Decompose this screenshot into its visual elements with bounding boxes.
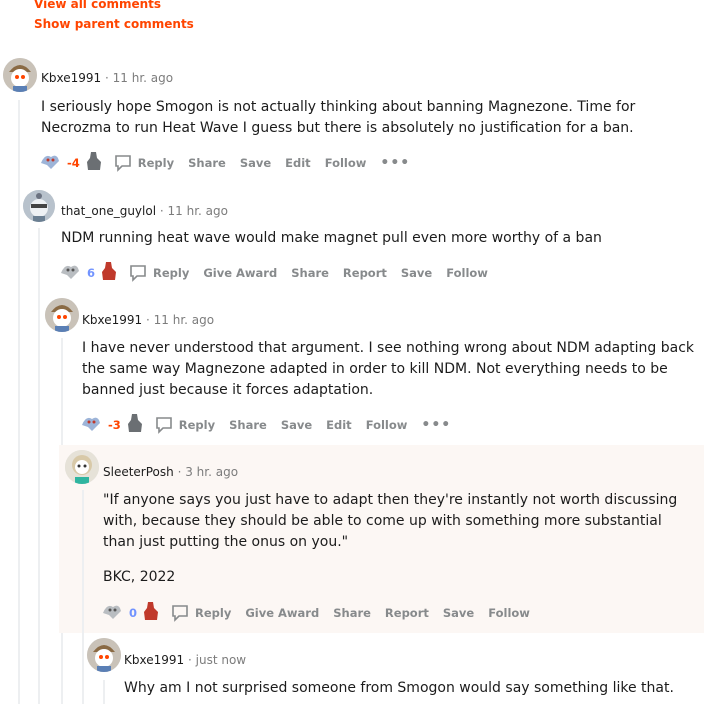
reply-button[interactable]: Reply [129, 264, 189, 282]
downvote-icon[interactable] [86, 150, 102, 175]
comment-paragraph: NDM running heat wave would make magnet … [61, 230, 602, 246]
reply-label: Reply [153, 265, 190, 280]
follow-button[interactable]: Follow [446, 266, 488, 280]
upvote-icon[interactable] [101, 601, 123, 624]
speech-bubble-icon [155, 416, 172, 434]
comment-body: "If anyone says you just have to adapt t… [103, 490, 693, 588]
reply-label: Reply [137, 155, 175, 170]
reply-button[interactable]: Reply [155, 416, 215, 434]
avatar[interactable] [45, 298, 79, 332]
follow-button[interactable]: Follow [325, 156, 367, 170]
show-parent-comments-link[interactable]: Show parent comments [34, 17, 194, 31]
follow-button[interactable]: Follow [488, 606, 530, 620]
share-button[interactable]: Share [188, 156, 226, 170]
give-award-button[interactable]: Give Award [203, 266, 277, 280]
timestamp[interactable]: 3 hr. ago [185, 465, 238, 479]
avatar-kbxe-icon [45, 298, 79, 332]
downvote-icon[interactable] [143, 600, 159, 625]
save-button[interactable]: Save [401, 266, 432, 280]
reply-label: Reply [178, 417, 216, 432]
edit-button[interactable]: Edit [326, 418, 352, 432]
avatar-guylol-icon [23, 190, 55, 222]
vote-controls: 6 [59, 260, 117, 285]
follow-button[interactable]: Follow [366, 418, 408, 432]
comment-meta: Kbxe1991 · 11 hr. ago [41, 71, 173, 85]
meta-separator: · [177, 465, 182, 479]
edit-button[interactable]: Edit [285, 156, 311, 170]
comment-body: I have never understood that argument. I… [82, 338, 702, 401]
thread-line-4[interactable] [82, 490, 84, 704]
more-options-icon[interactable]: ••• [421, 417, 451, 433]
timestamp[interactable]: 11 hr. ago [168, 204, 228, 218]
save-button[interactable]: Save [443, 606, 474, 620]
comment-body: I seriously hope Smogon is not actually … [41, 97, 701, 139]
username[interactable]: Kbxe1991 [41, 71, 101, 85]
thread-line-5[interactable] [103, 680, 105, 704]
share-button[interactable]: Share [333, 606, 371, 620]
speech-bubble-icon [172, 604, 188, 622]
upvote-icon[interactable] [39, 151, 61, 174]
upvote-icon[interactable] [59, 261, 81, 284]
share-button[interactable]: Share [229, 418, 267, 432]
vote-controls: 0 [101, 600, 159, 625]
timestamp[interactable]: just now [196, 653, 246, 667]
downvote-icon[interactable] [101, 260, 117, 285]
avatar[interactable] [23, 190, 55, 222]
comment-meta: SleeterPosh · 3 hr. ago [103, 465, 238, 479]
speech-bubble-icon [114, 154, 131, 172]
comment-body: NDM running heat wave would make magnet … [61, 228, 701, 249]
avatar[interactable] [65, 450, 99, 484]
vote-controls: -4 [39, 150, 102, 175]
comment-meta: Kbxe1991 · 11 hr. ago [82, 313, 214, 327]
username[interactable]: Kbxe1991 [82, 313, 142, 327]
username[interactable]: that_one_guylol [61, 204, 156, 218]
upvote-icon[interactable] [80, 413, 102, 436]
comment-actions: -3 Reply Share Save Edit Follow ••• [80, 412, 451, 437]
meta-separator: · [159, 204, 164, 218]
share-button[interactable]: Share [291, 266, 329, 280]
report-button[interactable]: Report [385, 606, 429, 620]
reply-button[interactable]: Reply [114, 154, 174, 172]
avatar-kbxe-icon [87, 638, 121, 672]
meta-separator: · [187, 653, 192, 667]
username[interactable]: Kbxe1991 [124, 653, 184, 667]
timestamp[interactable]: 11 hr. ago [154, 313, 214, 327]
comment-paragraph: "If anyone says you just have to adapt t… [103, 492, 678, 550]
save-button[interactable]: Save [240, 156, 271, 170]
comment-actions: 0 Reply Give Award Share Report Save Fol… [101, 600, 544, 625]
reply-label: Reply [195, 605, 232, 620]
username[interactable]: SleeterPosh [103, 465, 174, 479]
comment-paragraph: I seriously hope Smogon is not actually … [41, 99, 636, 136]
report-button[interactable]: Report [343, 266, 387, 280]
timestamp[interactable]: 11 hr. ago [113, 71, 173, 85]
avatar[interactable] [87, 638, 121, 672]
save-button[interactable]: Save [281, 418, 312, 432]
vote-score: 0 [129, 605, 138, 620]
avatar-sleeterposh-icon [65, 450, 99, 484]
comment-actions: -4 Reply Share Save Edit Follow ••• [39, 150, 410, 175]
vote-score: -4 [67, 155, 80, 170]
give-award-button[interactable]: Give Award [245, 606, 319, 620]
meta-separator: · [145, 313, 150, 327]
vote-score: -3 [108, 417, 121, 432]
downvote-icon[interactable] [127, 412, 143, 437]
comment-meta: that_one_guylol · 11 hr. ago [61, 204, 228, 218]
speech-bubble-icon [130, 264, 146, 282]
vote-controls: -3 [80, 412, 143, 437]
avatar[interactable] [3, 58, 37, 92]
comment-paragraph: I have never understood that argument. I… [82, 340, 695, 398]
comment-meta: Kbxe1991 · just now [124, 653, 246, 667]
thread-line-1[interactable] [18, 100, 20, 704]
thread-line-2[interactable] [38, 228, 40, 704]
comment-paragraph: BKC, 2022 [103, 569, 176, 585]
comment-body: Why am I not surprised someone from Smog… [124, 678, 694, 699]
more-options-icon[interactable]: ••• [380, 155, 410, 171]
comment-paragraph: Why am I not surprised someone from Smog… [124, 680, 674, 696]
comment-actions: 6 Reply Give Award Share Report Save Fol… [59, 260, 502, 285]
meta-separator: · [104, 71, 109, 85]
reply-button[interactable]: Reply [171, 604, 231, 622]
vote-score: 6 [87, 265, 96, 280]
avatar-kbxe-icon [3, 58, 37, 92]
view-all-comments-link[interactable]: View all comments [34, 0, 161, 11]
